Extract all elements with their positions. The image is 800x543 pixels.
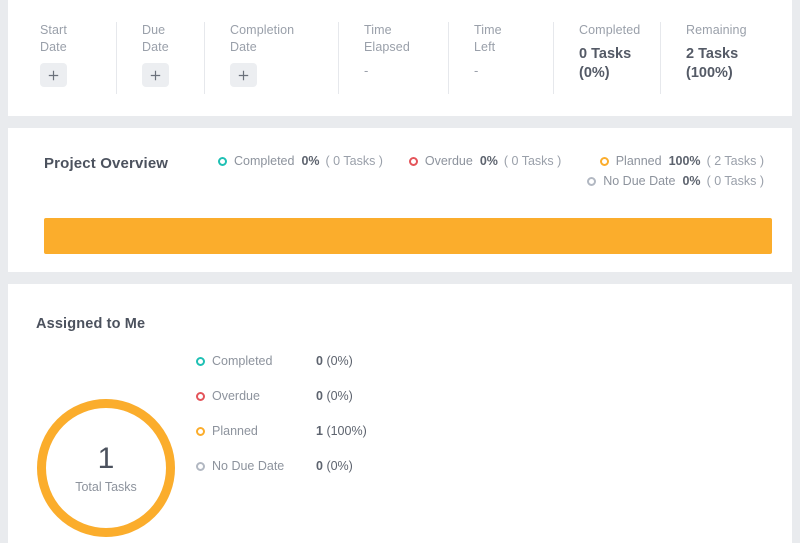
assigned-percent-overdue: (0%) (326, 389, 353, 403)
meta-col-time-elapsed: Time Elapsed - (338, 22, 448, 94)
plus-icon (238, 70, 249, 80)
meta-label-time-left: Time Left (474, 23, 502, 54)
donut-total-caption: Total Tasks (75, 480, 137, 494)
meta-label-due-date: Due Date (142, 23, 169, 54)
assigned-row-no-due-date: No Due Date 0 (0%) (196, 457, 446, 475)
meta-col-start-date: Start Date (8, 22, 116, 94)
add-due-date-button[interactable] (142, 63, 169, 87)
meta-col-due-date: Due Date (116, 22, 204, 94)
legend-percent-planned: 100% (668, 154, 701, 168)
legend-label-planned: Planned (615, 154, 662, 168)
legend-item-completed: Completed 0% ( 0 Tasks ) (218, 152, 383, 170)
project-overview-legend: Completed 0% ( 0 Tasks ) Overdue 0% ( 0 … (218, 152, 764, 190)
assigned-dot-planned-icon (196, 426, 205, 436)
assigned-value-completed: 0 (0%) (316, 354, 353, 368)
legend-count-overdue: ( 0 Tasks ) (503, 154, 562, 168)
add-completion-date-button[interactable] (230, 63, 257, 87)
task-meta-row: Start Date Due Date Completion Date Time… (8, 0, 792, 116)
plus-icon (150, 70, 161, 80)
project-progress-bar-fill (44, 218, 772, 254)
meta-value-remaining-tasks: 2 Tasks (686, 45, 739, 62)
assigned-value-overdue: 0 (0%) (316, 389, 353, 403)
meta-label-start-date: Start Date (40, 23, 67, 54)
meta-value-completed-percent: (0%) (579, 64, 610, 81)
donut-total-value: 1 (97, 442, 115, 475)
meta-col-time-left: Time Left - (448, 22, 553, 94)
assigned-percent-completed: (0%) (326, 354, 353, 368)
legend-dot-overdue-icon (408, 156, 418, 166)
dashboard-page: Start Date Due Date Completion Date Time… (0, 0, 800, 543)
donut-center-labels: 1 Total Tasks (36, 398, 176, 538)
legend-dot-no-due-date-icon (587, 176, 597, 186)
meta-label-remaining: Remaining (686, 23, 747, 37)
assigned-dot-completed-icon (196, 356, 205, 366)
assigned-label-completed: Completed (212, 354, 273, 368)
assigned-label-planned: Planned (212, 424, 258, 438)
assigned-percent-no-due-date: (0%) (326, 459, 353, 473)
legend-label-completed: Completed (234, 154, 295, 168)
legend-dot-completed-icon (218, 156, 227, 166)
assigned-to-me-title: Assigned to Me (36, 316, 146, 332)
meta-value-completed-tasks: 0 Tasks (579, 45, 632, 62)
assigned-to-me-legend: Completed 0 (0%) Overdue 0 (0%) Planned … (196, 352, 446, 492)
legend-count-no-due-date: ( 0 Tasks ) (706, 174, 764, 188)
add-start-date-button[interactable] (40, 63, 67, 87)
assigned-dot-overdue-icon (196, 391, 205, 401)
assigned-row-completed: Completed 0 (0%) (196, 352, 446, 370)
legend-group-planned-nodue: Planned 100% ( 2 Tasks ) No Due Date 0% … (587, 152, 764, 190)
assigned-row-overdue: Overdue 0 (0%) (196, 387, 446, 405)
assigned-dot-no-due-date-icon (196, 461, 205, 471)
legend-percent-no-due-date: 0% (682, 174, 701, 188)
task-meta-card: Start Date Due Date Completion Date Time… (8, 0, 792, 116)
meta-label-completion-date: Completion Date (230, 23, 295, 54)
legend-item-no-due-date: No Due Date 0% ( 0 Tasks ) (587, 172, 764, 190)
assigned-to-me-donut-chart: 1 Total Tasks (36, 398, 176, 538)
legend-label-no-due-date: No Due Date (603, 174, 676, 188)
legend-count-completed: ( 0 Tasks ) (325, 154, 383, 168)
legend-percent-overdue: 0% (479, 154, 498, 168)
assigned-value-planned: 1 (100%) (316, 424, 367, 438)
assigned-count-overdue: 0 (316, 389, 323, 403)
project-progress-bar (44, 218, 772, 254)
assigned-value-no-due-date: 0 (0%) (316, 459, 353, 473)
project-overview-header: Project Overview Completed 0% ( 0 Tasks … (8, 128, 792, 188)
assigned-row-planned: Planned 1 (100%) (196, 422, 446, 440)
meta-label-completed: Completed (579, 23, 641, 37)
assigned-count-planned: 1 (316, 424, 323, 438)
legend-item-overdue: Overdue 0% ( 0 Tasks ) (408, 152, 562, 170)
meta-col-completed: Completed 0 Tasks (0%) (553, 22, 660, 94)
legend-label-overdue: Overdue (424, 154, 473, 168)
legend-percent-completed: 0% (301, 154, 320, 168)
meta-value-time-elapsed: - (364, 63, 369, 78)
legend-dot-planned-icon (599, 156, 609, 166)
assigned-percent-planned: (100%) (326, 424, 367, 438)
legend-item-planned: Planned 100% ( 2 Tasks ) (599, 152, 764, 170)
project-overview-title: Project Overview (44, 155, 169, 172)
meta-value-time-left: - (474, 63, 479, 78)
assigned-count-no-due-date: 0 (316, 459, 323, 473)
assigned-label-no-due-date: No Due Date (212, 459, 285, 473)
legend-count-planned: ( 2 Tasks ) (706, 154, 764, 168)
plus-icon (48, 70, 59, 80)
meta-col-remaining: Remaining 2 Tasks (100%) (660, 22, 780, 94)
assigned-count-completed: 0 (316, 354, 323, 368)
project-overview-card: Project Overview Completed 0% ( 0 Tasks … (8, 128, 792, 272)
assigned-label-overdue: Overdue (212, 389, 260, 403)
meta-value-remaining-percent: (100%) (686, 64, 733, 81)
meta-col-completion-date: Completion Date (204, 22, 338, 94)
meta-label-time-elapsed: Time Elapsed (364, 23, 410, 54)
